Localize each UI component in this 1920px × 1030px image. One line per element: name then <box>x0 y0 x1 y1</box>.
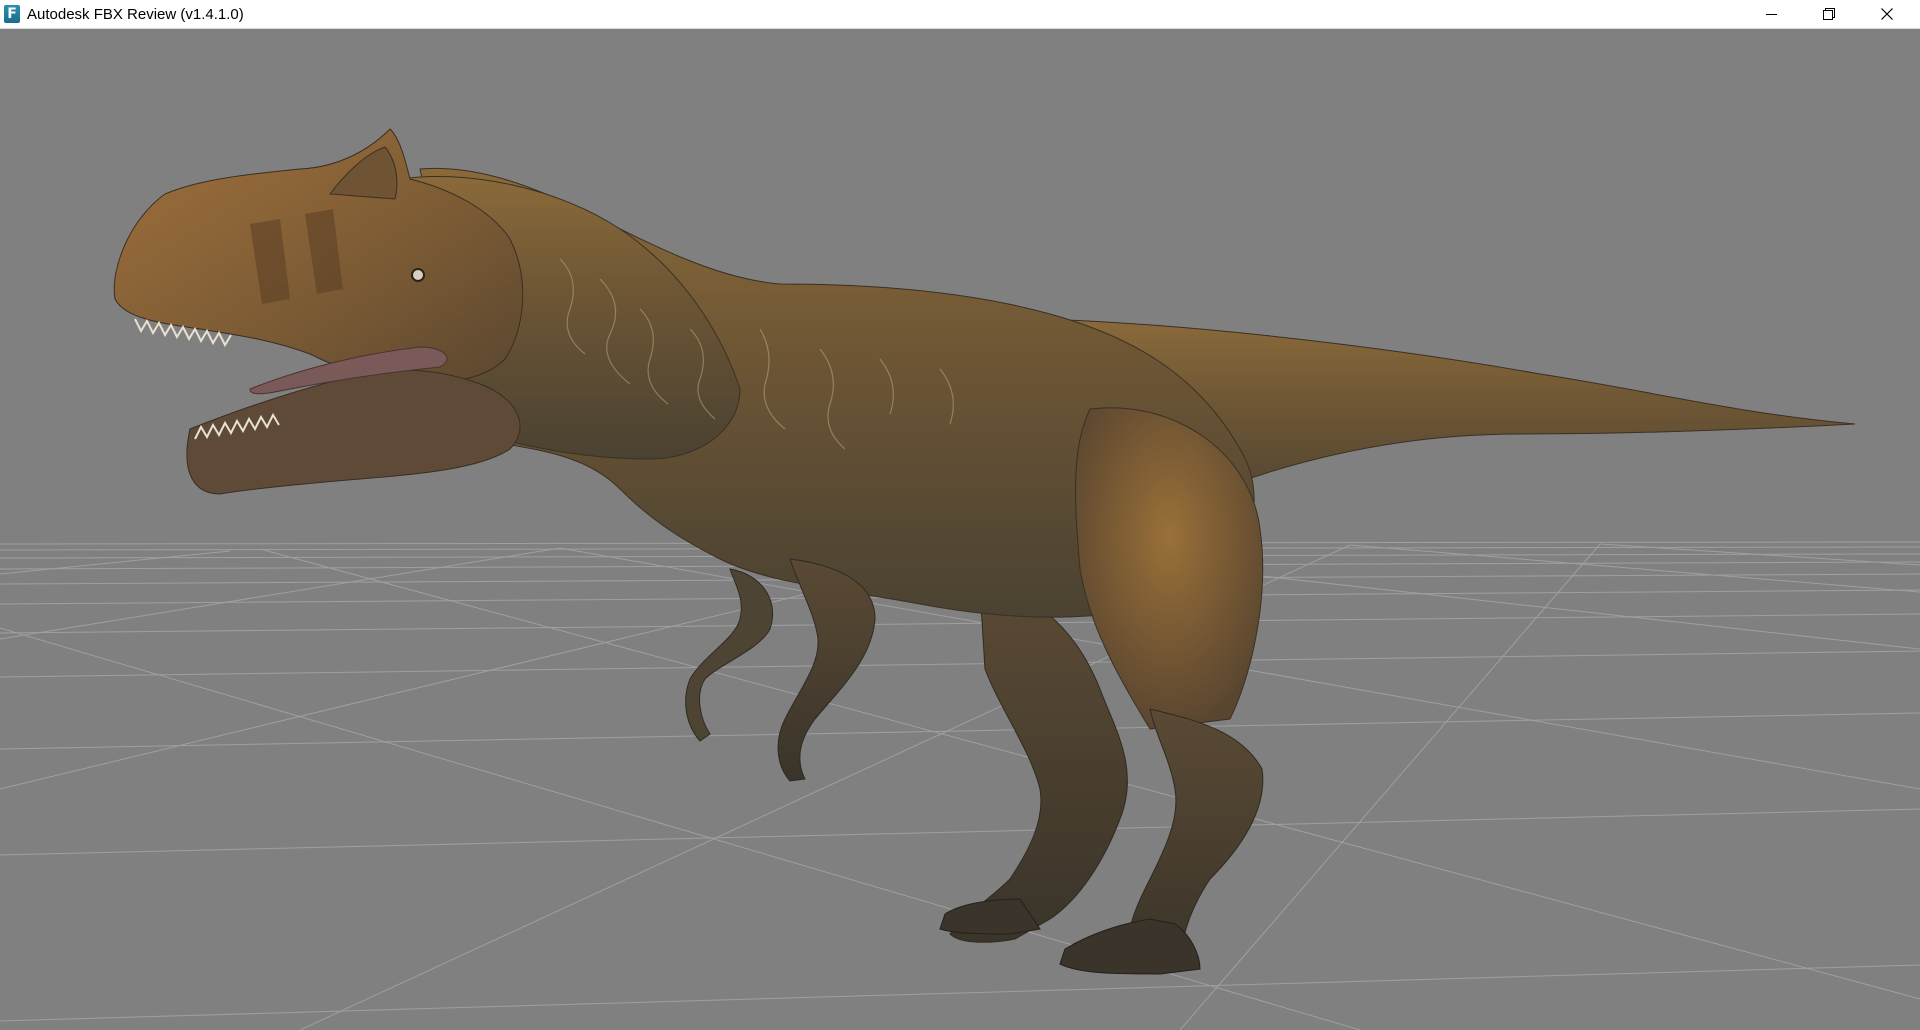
lower-jaw <box>186 369 521 495</box>
near-arm <box>777 558 876 782</box>
window-title: Autodesk FBX Review (v1.4.1.0) <box>27 6 244 23</box>
maximize-button[interactable] <box>1800 0 1858 29</box>
title-bar[interactable]: F Autodesk FBX Review (v1.4.1.0) <box>0 0 1920 29</box>
close-icon <box>1881 8 1893 20</box>
fbx-review-window: F Autodesk FBX Review (v1.4.1.0) <box>0 0 1920 1030</box>
fbx-review-app-icon[interactable]: F <box>4 5 20 23</box>
minimize-icon <box>1766 14 1777 15</box>
far-hind-leg <box>949 588 1128 943</box>
3d-viewport[interactable] <box>0 29 1920 1030</box>
near-foot <box>1059 918 1201 975</box>
ground-grid <box>0 541 1920 1030</box>
restore-icon <box>1823 8 1835 20</box>
eye <box>411 268 425 282</box>
close-button[interactable] <box>1858 0 1916 29</box>
far-arm <box>685 568 774 742</box>
viewport-scene[interactable] <box>0 29 1920 1030</box>
minimize-button[interactable] <box>1742 0 1800 29</box>
